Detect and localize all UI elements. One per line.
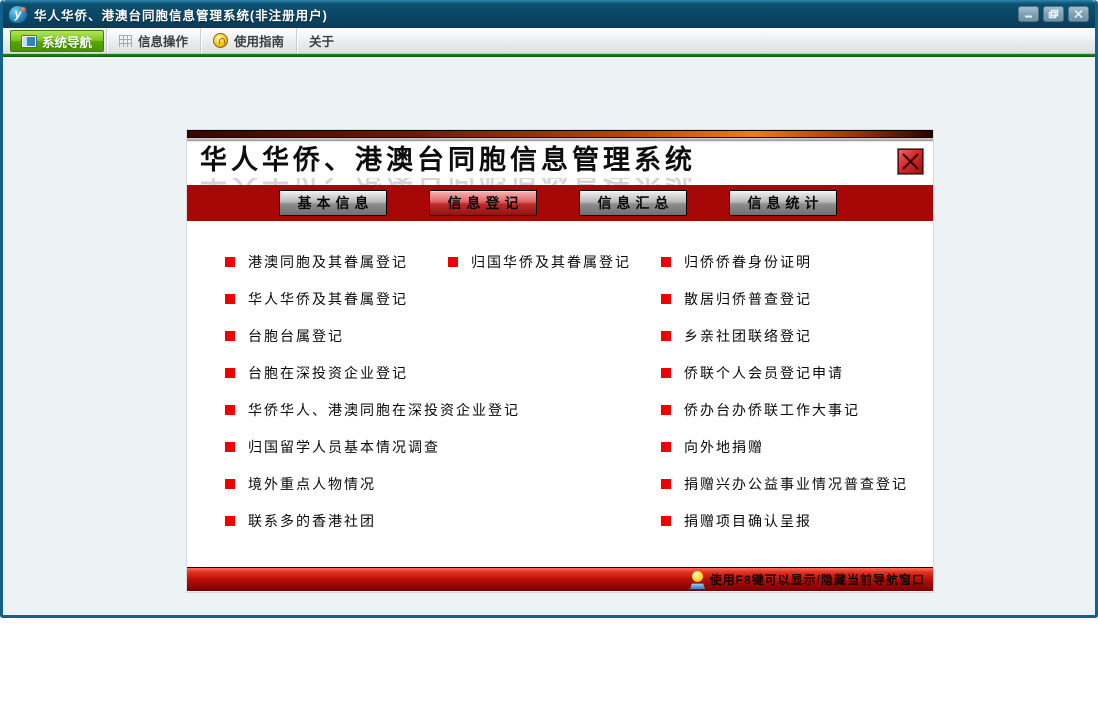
window-icon	[22, 35, 36, 47]
bullet-icon	[225, 404, 235, 415]
tab-about[interactable]: 关于	[296, 28, 346, 53]
menu-item[interactable]: 侨联个人会员登记申请	[661, 354, 908, 391]
dialog-top-strip	[187, 130, 933, 138]
bullet-icon	[661, 293, 671, 304]
menu-item[interactable]: 华人华侨及其眷属登记	[225, 280, 520, 317]
dialog-status-bar: 使用F8键可以显示/隐藏当前导航窗口	[187, 567, 933, 591]
bullet-icon	[448, 256, 458, 267]
menu-item[interactable]: 乡亲社团联络登记	[661, 317, 908, 354]
client-area: 华人华侨、港澳台同胞信息管理系统 华人华侨、港澳台同胞信息管理系统 基本信息 信…	[3, 57, 1095, 615]
tab-label: 信息操作	[138, 35, 189, 49]
menu-item[interactable]: 境外重点人物情况	[225, 465, 520, 502]
menu-item[interactable]: 台胞台属登记	[225, 317, 520, 354]
restore-button[interactable]	[1043, 6, 1064, 22]
menu-column-3: 归侨侨眷身份证明 散居归侨普查登记 乡亲社团联络登记 侨联个人会员登记申请 侨办…	[661, 243, 908, 539]
dialog-close-button[interactable]	[897, 148, 924, 175]
status-hint: 使用F8键可以显示/隐藏当前导航窗口	[709, 573, 925, 587]
bullet-icon	[661, 330, 671, 341]
menu-item[interactable]: 向外地捐赠	[661, 428, 908, 465]
menu-item[interactable]: 侨办台办侨联工作大事记	[661, 391, 908, 428]
restore-icon	[1048, 9, 1059, 19]
bullet-icon	[661, 441, 671, 452]
menu-column-2: 归国华侨及其眷属登记	[448, 243, 631, 280]
tab-user-guide[interactable]: 使用指南	[200, 28, 296, 53]
guide-icon	[213, 33, 229, 48]
app-icon-dot	[21, 6, 26, 12]
lightbulb-icon	[689, 570, 705, 589]
menu-item[interactable]: 散居归侨普查登记	[661, 280, 908, 317]
menu-item[interactable]: 华侨华人、港澳同胞在深投资企业登记	[225, 391, 520, 428]
bullet-icon	[225, 256, 235, 267]
nav-button-info-statistics[interactable]: 信息统计	[729, 190, 837, 216]
dialog-menu-area: 港澳同胞及其眷属登记 华人华侨及其眷属登记 台胞台属登记 台胞在深投资企业登记 …	[187, 221, 933, 567]
nav-button-info-registration[interactable]: 信息登记	[429, 190, 537, 216]
bullet-icon	[661, 256, 671, 267]
app-icon: y	[9, 5, 27, 23]
nav-button-info-summary[interactable]: 信息汇总	[579, 190, 687, 216]
bullet-icon	[225, 293, 235, 304]
nav-button-basic-info[interactable]: 基本信息	[279, 190, 387, 216]
menu-item[interactable]: 归国华侨及其眷属登记	[448, 243, 631, 280]
screen: y 华人华侨、港澳台同胞信息管理系统(非注册用户) 系统导航 信息操作 使用指南…	[0, 0, 1098, 716]
titlebar: y 华人华侨、港澳台同胞信息管理系统(非注册用户)	[3, 0, 1095, 28]
bullet-icon	[225, 478, 235, 489]
dialog-header: 华人华侨、港澳台同胞信息管理系统 华人华侨、港澳台同胞信息管理系统	[187, 142, 933, 185]
close-icon	[1074, 9, 1083, 19]
navigation-dialog: 华人华侨、港澳台同胞信息管理系统 华人华侨、港澳台同胞信息管理系统 基本信息 信…	[187, 130, 933, 592]
menu-item[interactable]: 归国留学人员基本情况调查	[225, 428, 520, 465]
tab-information-operations[interactable]: 信息操作	[106, 28, 200, 53]
tab-label: 关于	[309, 35, 335, 49]
menu-item[interactable]: 联系多的香港社团	[225, 502, 520, 539]
window-controls	[1018, 6, 1089, 22]
bullet-icon	[661, 478, 671, 489]
grid-icon	[119, 34, 133, 47]
close-icon	[902, 153, 919, 170]
bullet-icon	[225, 441, 235, 452]
dialog-title: 华人华侨、港澳台同胞信息管理系统	[200, 145, 696, 175]
dialog-nav-bar: 基本信息 信息登记 信息汇总 信息统计	[187, 185, 933, 221]
menu-item[interactable]: 捐赠兴办公益事业情况普查登记	[661, 465, 908, 502]
bullet-icon	[225, 367, 235, 378]
menu-item[interactable]: 归侨侨眷身份证明	[661, 243, 908, 280]
bullet-icon	[661, 515, 671, 526]
window-title: 华人华侨、港澳台同胞信息管理系统(非注册用户)	[34, 8, 328, 23]
bullet-icon	[225, 515, 235, 526]
tab-label: 使用指南	[234, 35, 285, 49]
minimize-button[interactable]	[1018, 6, 1039, 22]
tab-system-navigation[interactable]: 系统导航	[10, 30, 105, 52]
tab-label: 系统导航	[42, 35, 93, 50]
app-window: y 华人华侨、港澳台同胞信息管理系统(非注册用户) 系统导航 信息操作 使用指南…	[0, 0, 1098, 618]
minimize-icon	[1025, 15, 1032, 18]
menu-column-1: 港澳同胞及其眷属登记 华人华侨及其眷属登记 台胞台属登记 台胞在深投资企业登记 …	[225, 243, 520, 539]
menu-item[interactable]: 捐赠项目确认呈报	[661, 502, 908, 539]
menu-item[interactable]: 台胞在深投资企业登记	[225, 354, 520, 391]
bullet-icon	[661, 367, 671, 378]
dialog-title-reflection: 华人华侨、港澳台同胞信息管理系统	[200, 178, 933, 185]
close-button[interactable]	[1068, 6, 1089, 22]
bullet-icon	[661, 404, 671, 415]
bullet-icon	[225, 330, 235, 341]
toolbar: 系统导航 信息操作 使用指南 关于	[3, 28, 1095, 54]
